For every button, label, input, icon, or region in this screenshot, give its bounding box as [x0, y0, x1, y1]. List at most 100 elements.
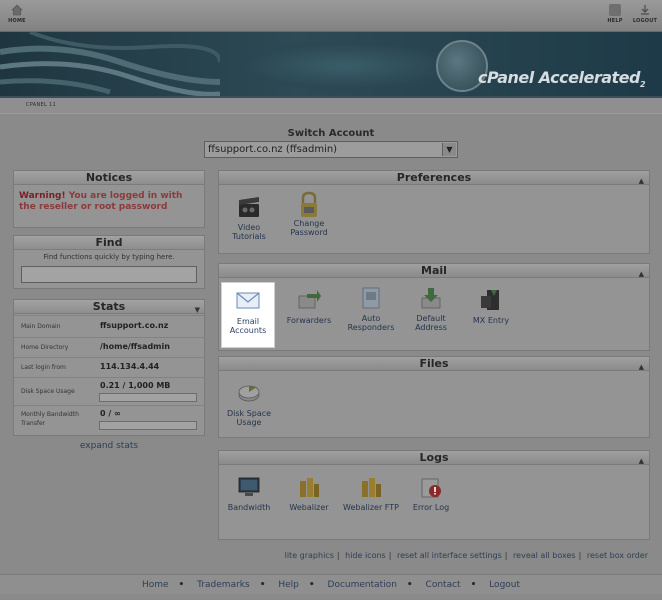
- files-header[interactable]: Files ▲: [219, 357, 649, 371]
- network-cables-graphic: [0, 32, 220, 96]
- hide-icons-link[interactable]: hide icons: [345, 551, 386, 560]
- logout-button[interactable]: LOGOUT: [628, 4, 662, 24]
- webalizer-ftp-button[interactable]: Webalizer FTP: [343, 475, 399, 512]
- error-log-button[interactable]: Error Log: [403, 475, 459, 512]
- webalizer-ftp-icon: [359, 475, 383, 499]
- video-tutorials-button[interactable]: Video Tutorials: [221, 195, 277, 241]
- preferences-title: Preferences: [396, 171, 472, 184]
- logout-icon: [639, 4, 651, 16]
- collapse-triangle-icon[interactable]: ▲: [639, 267, 644, 281]
- breadcrumb[interactable]: CPANEL 11: [26, 102, 56, 108]
- stats-title: Stats: [92, 300, 126, 313]
- logs-title: Logs: [419, 451, 449, 464]
- breadcrumb-bar: CPANEL 11: [0, 98, 662, 114]
- mail-panel: Mail ▲ Email Accounts Forwarders Auto Re…: [218, 263, 650, 351]
- error-log-icon: [419, 475, 443, 499]
- stats-row-home-directory: Home Directory /home/ffsadmin: [14, 337, 204, 357]
- logout-label: LOGOUT: [632, 18, 658, 24]
- clapperboard-icon: [237, 195, 261, 219]
- forward-arrow-icon: [297, 288, 321, 312]
- logs-header[interactable]: Logs ▲: [219, 451, 649, 465]
- download-arrow-icon: [419, 286, 443, 310]
- home-button[interactable]: HOME: [0, 4, 34, 24]
- stats-header[interactable]: Stats ▼: [14, 300, 204, 314]
- auto-responders-button[interactable]: Auto Responders: [343, 286, 399, 332]
- footer-links: lite graphics | hide icons | reset all int…: [284, 551, 648, 560]
- collapse-triangle-icon[interactable]: ▲: [639, 174, 644, 188]
- stats-row-main-domain: Main Domain ffsupport.co.nz: [14, 315, 204, 337]
- stats-value: ffsupport.co.nz: [100, 321, 169, 330]
- webalizer-button[interactable]: Webalizer: [281, 475, 337, 512]
- stats-value: /home/ffsadmin: [100, 342, 170, 351]
- error-log-label: Error Log: [412, 503, 450, 512]
- stats-key: Monthly Bandwidth Transfer: [21, 411, 79, 427]
- default-address-label: Default Address: [415, 314, 447, 332]
- footer-contact-link[interactable]: Contact: [426, 580, 461, 590]
- email-accounts-label: Email Accounts: [229, 317, 267, 335]
- stats-row-disk-space: Disk Space Usage 0.21 / 1,000 MB: [14, 377, 204, 405]
- top-toolbar: HOME HELP LOGOUT: [0, 0, 662, 32]
- stats-row-last-login: Last login from 114.134.4.44: [14, 357, 204, 377]
- stats-key: Disk Space Usage: [21, 388, 75, 395]
- notices-title: Notices: [14, 171, 204, 185]
- chevron-down-icon[interactable]: ▼: [442, 143, 456, 156]
- stats-key: Last login from: [21, 364, 66, 371]
- files-panel: Files ▲ Disk Space Usage: [218, 356, 650, 438]
- disk-usage-bar: [99, 393, 197, 402]
- envelope-icon: [236, 289, 260, 313]
- default-address-button[interactable]: Default Address: [403, 286, 459, 332]
- notices-box: Notices Warning! You are logged in with …: [13, 170, 205, 228]
- forwarders-button[interactable]: Forwarders: [281, 288, 337, 325]
- reset-box-order-link[interactable]: reset box order: [587, 551, 648, 560]
- disk-space-usage-button[interactable]: Disk Space Usage: [221, 381, 277, 427]
- warning-label: Warning!: [19, 191, 66, 201]
- mx-entry-button[interactable]: MX Entry: [463, 288, 519, 325]
- help-label: HELP: [607, 18, 623, 24]
- webalizer-ftp-label: Webalizer FTP: [343, 503, 399, 512]
- preferences-panel: Preferences ▲ Video Tutorials Change Pas…: [218, 170, 650, 254]
- preferences-header[interactable]: Preferences ▲: [219, 171, 649, 185]
- logs-panel: Logs ▲ Bandwidth Webalizer Webalizer FTP: [218, 450, 650, 540]
- stats-box: Stats ▼ Main Domain ffsupport.co.nz Home…: [13, 299, 205, 436]
- mail-header[interactable]: Mail ▲: [219, 264, 649, 278]
- files-title: Files: [419, 357, 449, 370]
- home-label: HOME: [8, 18, 26, 24]
- reset-interface-settings-link[interactable]: reset all interface settings: [397, 551, 502, 560]
- cpanel-logo: cPanel Accelerated2: [478, 68, 646, 90]
- change-password-button[interactable]: Change Password: [281, 191, 337, 237]
- mail-title: Mail: [421, 264, 447, 277]
- lite-graphics-link[interactable]: lite graphics: [285, 551, 334, 560]
- auto-responders-label: Auto Responders: [347, 314, 395, 332]
- find-input[interactable]: [21, 266, 197, 283]
- help-icon: [609, 4, 621, 16]
- help-button[interactable]: HELP: [598, 4, 632, 24]
- footer-help-link[interactable]: Help: [278, 580, 299, 590]
- notice-message: Warning! You are logged in with the rese…: [14, 185, 204, 219]
- stats-value: 0.21 / 1,000 MB: [100, 381, 171, 390]
- footer-trademarks-link[interactable]: Trademarks: [197, 580, 250, 590]
- cpanel-page: HOME HELP LOGOUT cPanel Accelerated2 CPA…: [0, 0, 662, 600]
- bandwidth-button[interactable]: Bandwidth: [221, 475, 277, 512]
- footer-documentation-link[interactable]: Documentation: [328, 580, 397, 590]
- footer-home-link[interactable]: Home: [142, 580, 169, 590]
- reveal-all-boxes-link[interactable]: reveal all boxes: [513, 551, 576, 560]
- email-accounts-button[interactable]: Email Accounts: [221, 282, 275, 348]
- stats-row-bandwidth: Monthly Bandwidth Transfer 0 / ∞: [14, 405, 204, 435]
- account-select[interactable]: ffsupport.co.nz (ffsadmin) ▼: [204, 141, 458, 158]
- video-tutorials-label: Video Tutorials: [232, 223, 266, 241]
- webalizer-label: Webalizer: [289, 503, 329, 512]
- collapse-triangle-icon[interactable]: ▲: [639, 454, 644, 468]
- collapse-triangle-icon[interactable]: ▲: [639, 360, 644, 374]
- auto-responder-icon: [359, 286, 383, 310]
- mx-entry-label: MX Entry: [472, 316, 510, 325]
- bandwidth-bar: [99, 421, 197, 430]
- cpanel-banner: cPanel Accelerated2: [0, 32, 662, 98]
- webalizer-icon: [297, 475, 321, 499]
- footer-nav: Home • Trademarks • Help • Documentation • C…: [0, 574, 662, 594]
- stats-value: 114.134.4.44: [100, 362, 160, 371]
- world-map-graphic: [230, 40, 460, 92]
- find-hint: Find functions quickly by typing here.: [43, 253, 175, 261]
- expand-stats-link[interactable]: expand stats: [13, 441, 205, 451]
- account-select-value: ffsupport.co.nz (ffsadmin): [208, 144, 338, 155]
- footer-logout-link[interactable]: Logout: [489, 580, 520, 590]
